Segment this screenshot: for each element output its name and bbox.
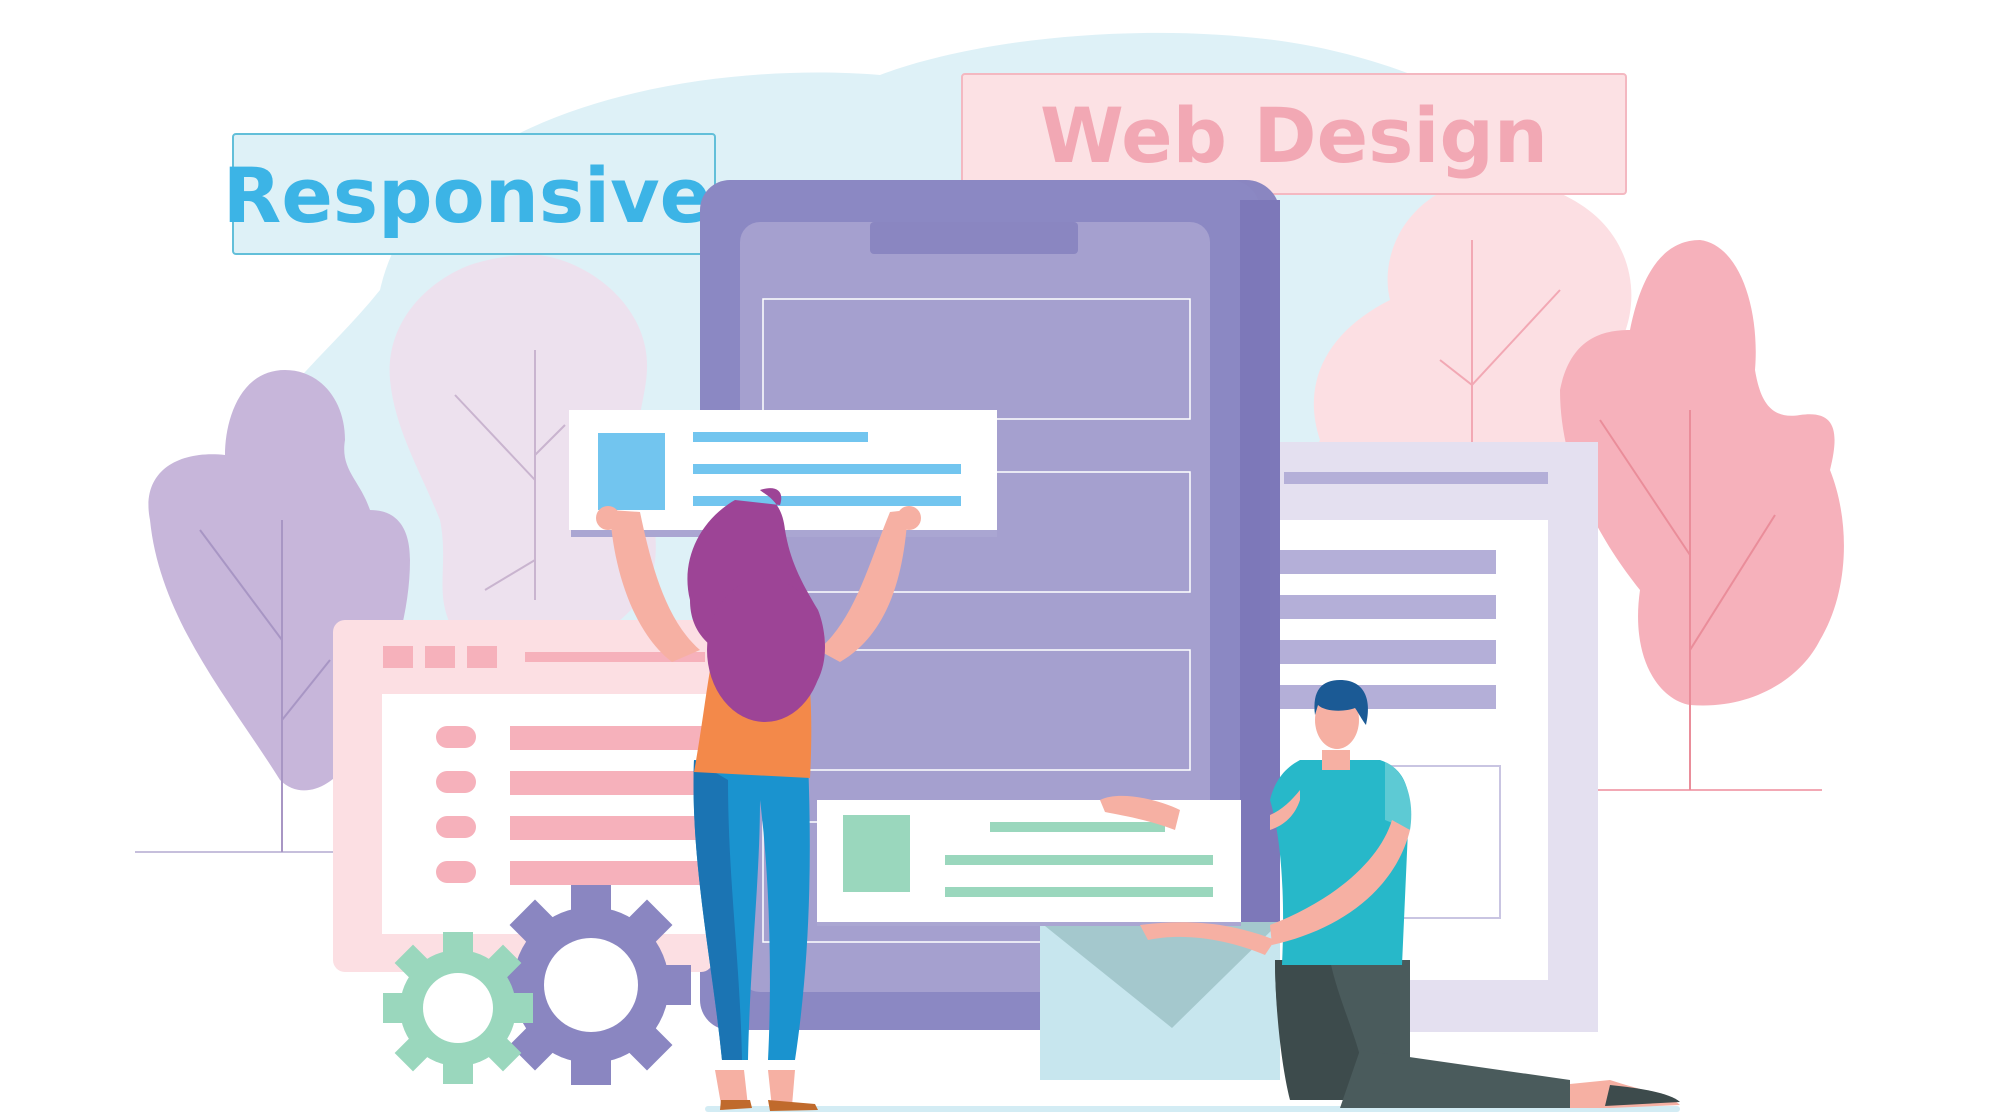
web-design-label: Web Design [961,73,1627,195]
phone-notch [870,222,1078,254]
web-design-label-text: Web Design [1040,91,1548,180]
image-placeholder-icon [598,433,665,510]
responsive-label: Responsive [223,133,716,255]
gear-icon [491,885,691,1085]
gear-icon [383,932,533,1084]
image-placeholder-icon [843,815,910,892]
responsive-label-text: Responsive [223,151,711,240]
responsive-web-design-illustration: Responsive Web Design [135,32,1844,1112]
